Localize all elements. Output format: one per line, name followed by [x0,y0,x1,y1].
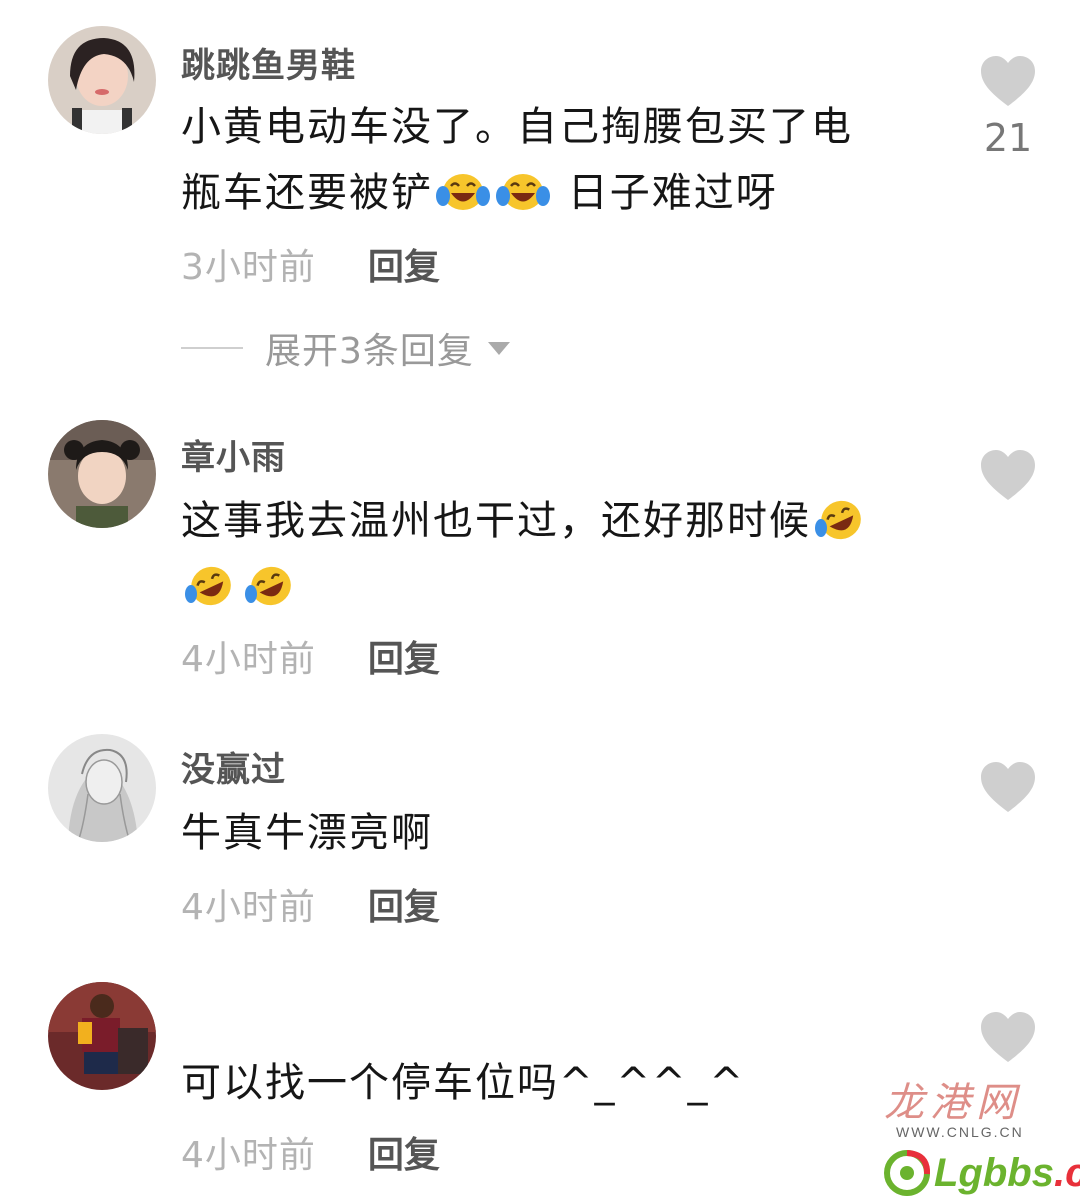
comment-meta: 4小时前 回复 [181,882,440,928]
comment-time: 4小时前 [181,887,316,928]
chevron-down-icon [487,341,510,355]
comment-username[interactable]: 跳跳鱼男鞋 [181,38,356,87]
comment-text-part: 日子难过呀 [553,170,778,216]
reply-button[interactable]: 回复 [368,630,440,682]
avatar[interactable] [48,734,156,842]
comment-text-part: 这事我去温州也干过，还好那时候 [181,498,811,544]
watermark-domain: WWW.CNLG.CN [896,1124,1024,1140]
comment-text: 牛真牛漂亮啊 [181,800,941,866]
forum-logo-icon [884,1150,930,1196]
comment-username[interactable]: 章小雨 [181,430,286,479]
like-button[interactable] [978,762,1038,814]
expand-replies-label: 展开3条回复 [265,331,474,372]
laughing-tears-emoji-icon [496,174,550,210]
comment-time: 4小时前 [181,1135,316,1176]
forum-text-b: cn [1065,1151,1080,1195]
comment-text-line [181,554,941,620]
rolling-laughing-emoji-icon [245,566,291,606]
divider [181,347,243,349]
forum-text-a: Lgbbs [934,1150,1054,1195]
comment-meta: 4小时前 回复 [181,634,440,680]
like-button[interactable] [978,1012,1038,1064]
comment-text-part: 瓶车还要被铲 [181,170,433,216]
rolling-laughing-emoji-icon [815,500,861,540]
rolling-laughing-emoji-icon [185,566,231,606]
heart-icon [981,762,1035,812]
comment-meta: 4小时前 回复 [181,1130,440,1176]
comment-text: 小黄电动车没了。自己掏腰包买了电 瓶车还要被铲 日子难过呀 [181,94,941,226]
reply-button[interactable]: 回复 [368,238,440,290]
comment-text-line: 牛真牛漂亮啊 [181,810,433,856]
comment-text-line: 这事我去温州也干过，还好那时候 [181,488,941,554]
like-button[interactable] [978,450,1038,502]
comment-text-line: 瓶车还要被铲 日子难过呀 [181,160,941,226]
avatar[interactable] [48,982,156,1090]
comment-time: 4小时前 [181,639,316,680]
comment-text: 这事我去温州也干过，还好那时候 [181,488,941,620]
heart-icon [981,1012,1035,1062]
reply-button[interactable]: 回复 [368,878,440,930]
heart-icon [981,450,1035,500]
heart-icon [981,56,1035,106]
watermark-forum-logo: Lgbbs.cn [884,1148,1080,1198]
comment-text: 可以找一个停车位吗^_^^_^ [181,1050,941,1116]
like-button[interactable]: 21 [978,56,1038,160]
expand-replies-button[interactable]: 展开3条回复 [181,326,510,372]
comment-time: 3小时前 [181,247,316,288]
watermark-brand: 龙港网 [884,1080,1022,1126]
forum-text-dot: . [1053,1150,1066,1195]
avatar[interactable] [48,26,156,134]
avatar[interactable] [48,420,156,528]
comment-text-line: 小黄电动车没了。自己掏腰包买了电 [181,104,853,150]
comment-text-line: 可以找一个停车位吗^_^^_^ [181,1060,746,1106]
watermark-forum-text: Lgbbs.cn [934,1151,1080,1196]
comment-username[interactable]: 没赢过 [181,742,286,791]
comment-meta: 3小时前 回复 [181,242,440,288]
reply-button[interactable]: 回复 [368,1126,440,1178]
laughing-tears-emoji-icon [436,174,490,210]
like-count: 21 [983,116,1033,160]
